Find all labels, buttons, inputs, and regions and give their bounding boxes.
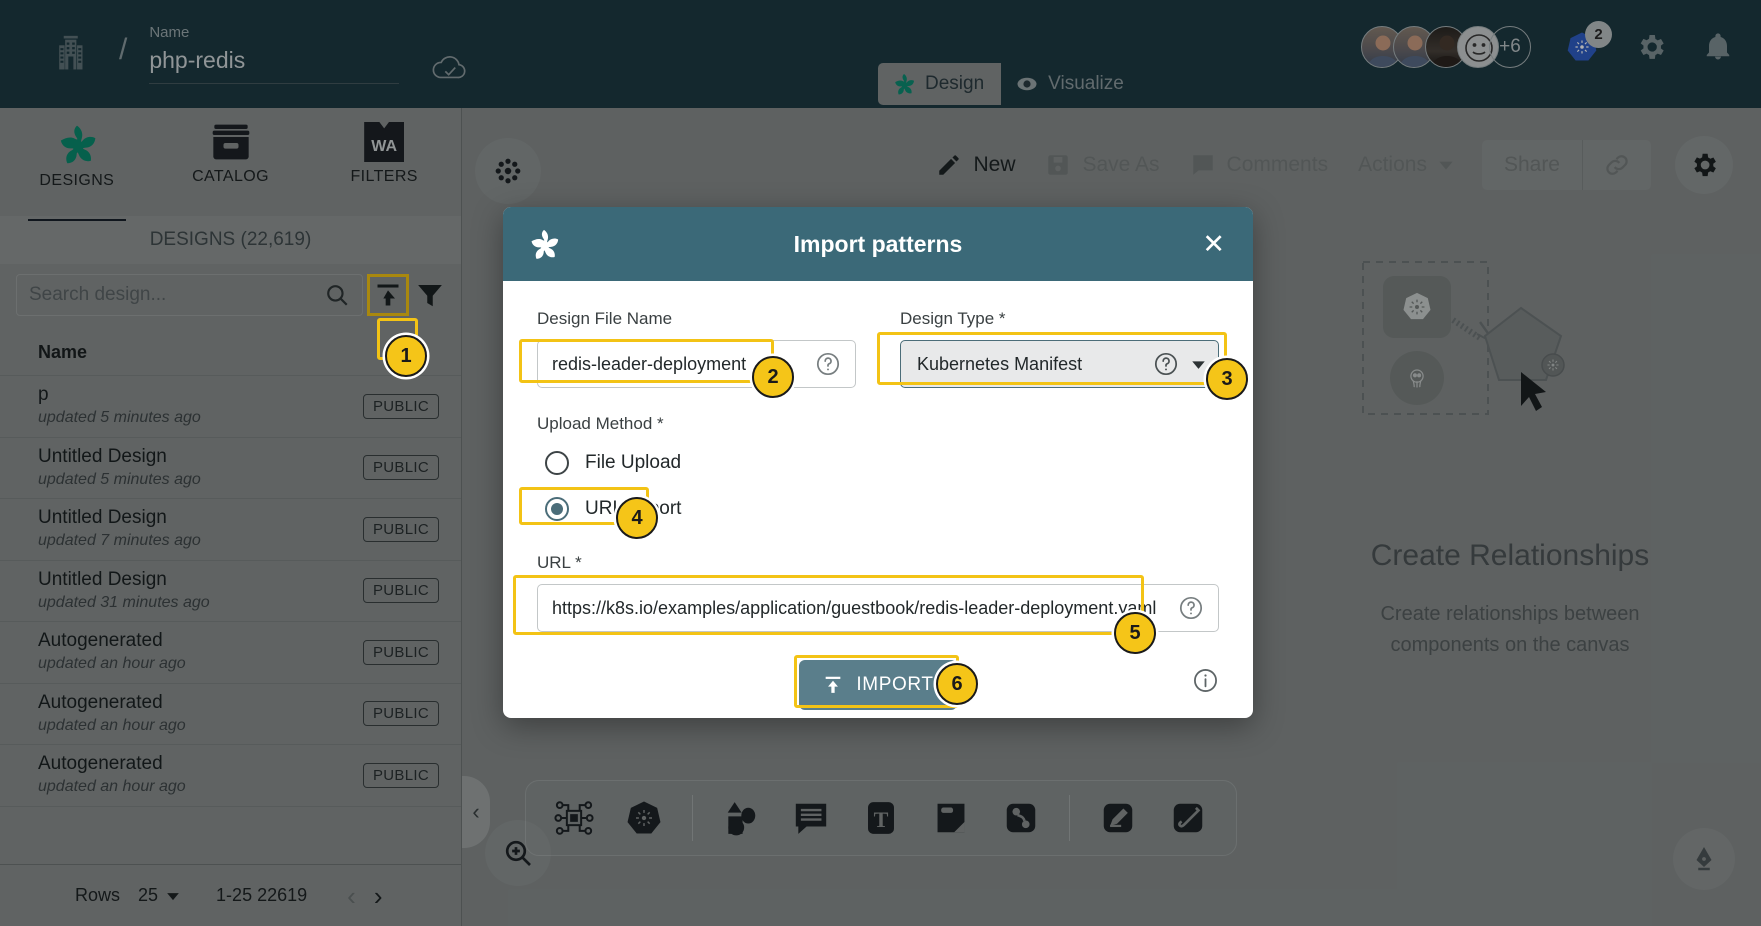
design-file-name-label: Design File Name <box>537 309 673 328</box>
callout-badge-2: 2 <box>752 356 794 398</box>
callout-badge-3: 3 <box>1206 358 1248 400</box>
form-row-1: Design File Name Design Type * <box>537 309 1219 388</box>
modal-title: Import patterns <box>793 230 963 257</box>
design-type-select[interactable]: Kubernetes Manifest <box>900 340 1219 388</box>
radio-button-selected[interactable] <box>545 497 569 521</box>
design-type-label: Design Type * <box>900 309 1006 328</box>
callout-badge-6: 6 <box>936 663 978 705</box>
app-root: / Name php-redis Design Visualize +6 2 N… <box>0 0 1761 926</box>
chevron-down-icon[interactable] <box>1191 357 1206 372</box>
question-circle-icon[interactable] <box>1178 595 1204 621</box>
radio-button-unselected[interactable] <box>545 451 569 475</box>
import-button[interactable]: IMPORT <box>799 660 957 710</box>
upload-icon <box>826 676 841 693</box>
upload-method-label: Upload Method * <box>537 414 664 433</box>
design-file-name-group: Design File Name <box>537 309 856 388</box>
url-label: URL * <box>537 553 582 572</box>
info-circle-icon[interactable] <box>1192 667 1219 694</box>
meshery-logo-icon <box>531 229 559 259</box>
design-type-group: Design Type * Kubernetes Manifest <box>900 309 1219 388</box>
radio-url-import[interactable]: URL Import <box>537 491 689 527</box>
callout-badge-1: 1 <box>385 335 427 377</box>
question-circle-icon[interactable] <box>815 351 841 377</box>
radio-file-upload-label: File Upload <box>585 452 682 473</box>
url-input[interactable] <box>552 597 1178 619</box>
design-file-name-input-wrap[interactable] <box>537 340 856 388</box>
import-button-label: IMPORT <box>856 674 934 695</box>
callout-badge-4: 4 <box>616 497 658 539</box>
callout-badge-5: 5 <box>1114 612 1156 654</box>
close-x-icon[interactable]: ✕ <box>1202 230 1225 258</box>
radio-file-upload[interactable]: File Upload <box>537 445 689 481</box>
question-circle-icon[interactable] <box>1153 351 1179 377</box>
design-type-value: Kubernetes Manifest <box>917 353 1083 374</box>
modal-header: Import patterns ✕ <box>503 207 1253 281</box>
